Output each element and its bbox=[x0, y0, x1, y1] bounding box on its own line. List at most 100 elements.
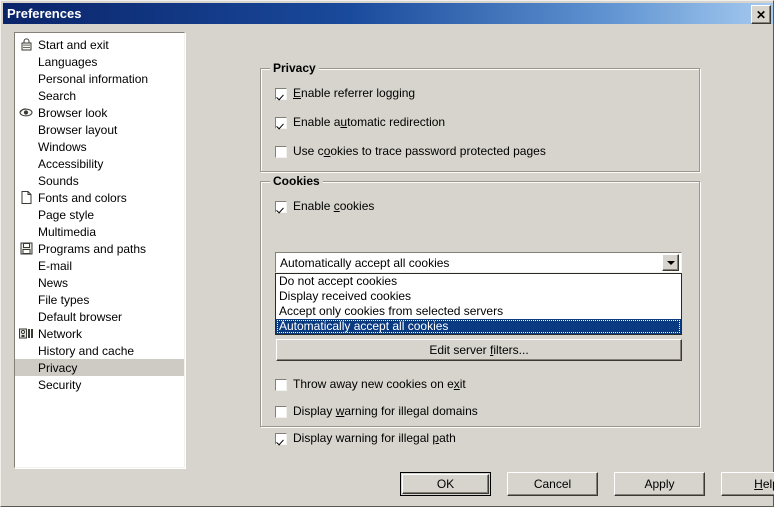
sidebar-item-languages[interactable]: Languages bbox=[15, 53, 184, 70]
sidebar-item-security[interactable]: Security bbox=[15, 376, 184, 393]
sidebar-item-label: Sounds bbox=[38, 173, 79, 188]
sidebar-item-label: File types bbox=[38, 292, 90, 307]
no-icon-spacer bbox=[17, 123, 35, 137]
sidebar-item-fonts-and-colors[interactable]: Fonts and colors bbox=[15, 189, 184, 206]
dropdown-option[interactable]: Display received cookies bbox=[276, 289, 681, 304]
sidebar-item-privacy[interactable]: Privacy bbox=[15, 359, 184, 376]
no-icon-spacer bbox=[17, 157, 35, 171]
checkbox-box[interactable] bbox=[275, 200, 287, 213]
sidebar-item-sounds[interactable]: Sounds bbox=[15, 172, 184, 189]
checkbox-label: Display warning for illegal path bbox=[293, 431, 456, 445]
sidebar-item-browser-look[interactable]: Browser look bbox=[15, 104, 184, 121]
sidebar-item-label: Languages bbox=[38, 54, 98, 69]
checkbox-label: Enable referrer logging bbox=[293, 86, 416, 100]
dropdown-option[interactable]: Do not accept cookies bbox=[276, 274, 681, 289]
sidebar-item-accessibility[interactable]: Accessibility bbox=[15, 155, 184, 172]
sidebar-item-browser-layout[interactable]: Browser layout bbox=[15, 121, 184, 138]
title-bar-buttons: ✕ bbox=[751, 5, 771, 24]
no-icon-spacer bbox=[17, 310, 35, 324]
privacy-checkbox-2[interactable]: Use cookies to trace password protected … bbox=[275, 145, 546, 158]
privacy-group-legend: Privacy bbox=[270, 61, 319, 75]
checkbox-label: Use cookies to trace password protected … bbox=[293, 144, 546, 158]
cookie-policy-dropdown-list[interactable]: Do not accept cookies Display received co… bbox=[275, 273, 682, 335]
diskette-icon bbox=[17, 242, 35, 256]
sidebar-item-label: Browser look bbox=[38, 105, 108, 120]
checkbox-enable-cookies[interactable]: Enable cookies bbox=[275, 200, 374, 213]
checkbox-label: Enable automatic redirection bbox=[293, 115, 446, 129]
cookie-policy-value: Automatically accept all cookies bbox=[280, 255, 450, 270]
sidebar-item-label: Security bbox=[38, 377, 82, 392]
sidebar-item-file-types[interactable]: File types bbox=[15, 291, 184, 308]
apply-button[interactable]: Apply bbox=[614, 472, 705, 496]
dropdown-option[interactable]: Automatically accept all cookies bbox=[276, 319, 681, 334]
no-icon-spacer bbox=[17, 174, 35, 188]
sidebar-item-history-and-cache[interactable]: History and cache bbox=[15, 342, 184, 359]
checkbox-label: Display warning for illegal domains bbox=[293, 404, 478, 418]
settings-pane: Privacy Enable referrer logging Enable au… bbox=[260, 32, 760, 468]
checkbox-box[interactable] bbox=[275, 87, 287, 100]
cookies-group-legend: Cookies bbox=[270, 174, 323, 188]
lock-icon bbox=[17, 38, 35, 52]
sidebar-item-label: Network bbox=[38, 326, 83, 341]
sidebar-item-label: Browser layout bbox=[38, 122, 118, 137]
sidebar-item-programs-and-paths[interactable]: Programs and paths bbox=[15, 240, 184, 257]
checkbox-box[interactable] bbox=[275, 432, 287, 445]
sidebar-item-windows[interactable]: Windows bbox=[15, 138, 184, 155]
no-icon-spacer bbox=[17, 259, 35, 273]
no-icon-spacer bbox=[17, 89, 35, 103]
button-label: Cancel bbox=[533, 477, 572, 491]
sidebar-item-label: Privacy bbox=[38, 360, 78, 375]
sidebar-item-label: News bbox=[38, 275, 69, 290]
sidebar-item-default-browser[interactable]: Default browser bbox=[15, 308, 184, 325]
cookies-groupbox: Cookies Enable cookies Automatically acc… bbox=[260, 174, 700, 445]
sidebar-item-personal-information[interactable]: Personal information bbox=[15, 70, 184, 87]
sidebar-item-search[interactable]: Search bbox=[15, 87, 184, 104]
sidebar-item-start-and-exit[interactable]: Start and exit bbox=[15, 36, 184, 53]
sidebar-item-e-mail[interactable]: E-mail bbox=[15, 257, 184, 274]
no-icon-spacer bbox=[17, 72, 35, 86]
checkbox-box[interactable] bbox=[275, 116, 287, 129]
sidebar-item-label: E-mail bbox=[38, 258, 73, 273]
checkbox-label: Throw away new cookies on exit bbox=[293, 377, 466, 391]
sidebar-item-label: Personal information bbox=[38, 71, 149, 86]
privacy-checkbox-0[interactable]: Enable referrer logging bbox=[275, 87, 415, 100]
network-icon bbox=[17, 327, 35, 341]
sidebar-item-network[interactable]: Network bbox=[15, 325, 184, 342]
category-list[interactable]: Start and exit Languages Personal informat… bbox=[14, 32, 185, 468]
sidebar-item-multimedia[interactable]: Multimedia bbox=[15, 223, 184, 240]
privacy-checkbox-1[interactable]: Enable automatic redirection bbox=[275, 116, 445, 129]
edit-server-filters-button[interactable]: Edit server filters... bbox=[276, 339, 682, 361]
sidebar-item-label: History and cache bbox=[38, 343, 135, 358]
ok-button[interactable]: OK bbox=[400, 472, 491, 496]
button-label: Apply bbox=[644, 477, 675, 491]
sidebar-item-label: Start and exit bbox=[38, 37, 109, 52]
page-icon bbox=[17, 191, 35, 205]
help-button[interactable]: Help bbox=[721, 472, 774, 496]
title-bar[interactable]: Preferences ✕ bbox=[3, 3, 773, 24]
sidebar-item-page-style[interactable]: Page style bbox=[15, 206, 184, 223]
cancel-button[interactable]: Cancel bbox=[507, 472, 598, 496]
close-icon[interactable]: ✕ bbox=[751, 5, 771, 24]
cookie-policy-combobox[interactable]: Automatically accept all cookies bbox=[275, 252, 682, 273]
preferences-window: Preferences ✕ Start and exit Languages Per… bbox=[0, 0, 774, 507]
eye-icon bbox=[17, 106, 35, 120]
chevron-down-icon[interactable] bbox=[662, 254, 679, 271]
privacy-groupbox: Privacy Enable referrer logging Enable au… bbox=[260, 61, 700, 172]
button-label: Edit server filters... bbox=[429, 343, 529, 357]
sidebar-item-label: Accessibility bbox=[38, 156, 104, 171]
sidebar-item-label: Programs and paths bbox=[38, 241, 147, 256]
no-icon-spacer bbox=[17, 361, 35, 375]
cookies-checkbox-2[interactable]: Display warning for illegal path bbox=[275, 432, 456, 445]
no-icon-spacer bbox=[17, 208, 35, 222]
cookies-checkbox-1[interactable]: Display warning for illegal domains bbox=[275, 405, 478, 418]
dropdown-option[interactable]: Accept only cookies from selected server… bbox=[276, 304, 681, 319]
dialog-buttons: OK Cancel Apply Help bbox=[400, 472, 774, 496]
cookies-checkbox-0[interactable]: Throw away new cookies on exit bbox=[275, 378, 466, 391]
no-icon-spacer bbox=[17, 225, 35, 239]
checkbox-box[interactable] bbox=[275, 378, 287, 391]
sidebar-item-news[interactable]: News bbox=[15, 274, 184, 291]
checkbox-box[interactable] bbox=[275, 405, 287, 418]
no-icon-spacer bbox=[17, 378, 35, 392]
sidebar-item-label: Windows bbox=[38, 139, 87, 154]
checkbox-box[interactable] bbox=[275, 145, 287, 158]
